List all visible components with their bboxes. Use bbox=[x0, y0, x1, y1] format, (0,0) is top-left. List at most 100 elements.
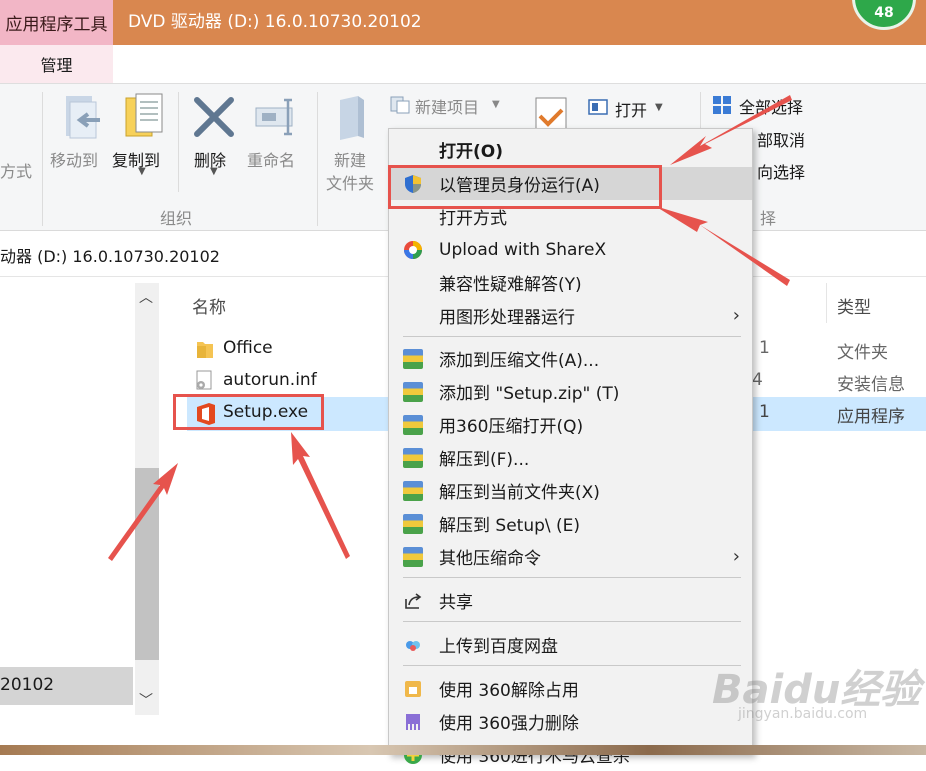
menu-separator bbox=[403, 665, 741, 666]
menu-item-label: 用360压缩打开(Q) bbox=[439, 417, 584, 437]
ribbon-partial-label: 方式 bbox=[0, 162, 33, 181]
menu-item-open[interactable]: 打开(O) bbox=[389, 133, 752, 166]
menu-item-open-with-360zip[interactable]: 用360压缩打开(Q) bbox=[389, 408, 752, 441]
window-title: DVD 驱动器 (D:) 16.0.10730.20102 bbox=[128, 12, 422, 32]
new-item-button[interactable]: 新建项目 bbox=[415, 94, 479, 118]
menu-item-add-to-archive[interactable]: 添加到压缩文件(A)... bbox=[389, 342, 752, 375]
select-all-button[interactable]: 全部选择 bbox=[739, 94, 803, 118]
column-divider bbox=[826, 283, 827, 323]
scroll-down-icon[interactable]: ﹀ bbox=[139, 690, 153, 710]
winrar-icon bbox=[403, 382, 423, 402]
delete-icon bbox=[193, 96, 235, 138]
menu-item-360-shred[interactable]: 使用 360强力删除 bbox=[389, 705, 752, 738]
share-icon bbox=[403, 591, 423, 611]
select-none-button[interactable]: 部取消 bbox=[757, 127, 805, 151]
menu-item-label: 打开(O) bbox=[439, 142, 503, 162]
menu-item-label: 上传到百度网盘 bbox=[439, 637, 558, 657]
copy-to-button[interactable]: 复制到 bbox=[112, 147, 160, 171]
ribbon-divider bbox=[317, 92, 318, 226]
menu-item-baidu-upload[interactable]: 上传到百度网盘 bbox=[389, 628, 752, 661]
baidu-netdisk-icon bbox=[403, 635, 423, 655]
dropdown-caret-icon: ▼ bbox=[492, 99, 500, 110]
tab-application-tools[interactable]: 应用程序工具 bbox=[0, 0, 113, 45]
invert-selection-button[interactable]: 向选择 bbox=[757, 159, 805, 183]
rename-button[interactable]: 重命名 bbox=[247, 147, 295, 171]
address-bar[interactable]: 动器 (D:) 16.0.10730.20102 bbox=[0, 240, 220, 274]
move-to-button[interactable]: 移动到 bbox=[50, 147, 98, 171]
settings-file-icon bbox=[194, 370, 214, 392]
menu-item-label: Upload with ShareX bbox=[439, 239, 607, 260]
menu-item-run-with-gpu[interactable]: 用图形处理器运行 › bbox=[389, 299, 752, 332]
menu-item-label: 使用 360解除占用 bbox=[439, 681, 579, 701]
menu-item-label: 共享 bbox=[439, 593, 473, 613]
menu-item-label: 解压到 Setup\ (E) bbox=[439, 516, 581, 536]
menu-item-label: 添加到压缩文件(A)... bbox=[439, 351, 600, 371]
menu-item-label: 解压到(F)... bbox=[439, 450, 530, 470]
unlock-icon bbox=[403, 679, 423, 699]
new-folder-icon bbox=[336, 96, 368, 140]
open-icon bbox=[588, 98, 608, 116]
menu-item-label: 其他压缩命令 bbox=[439, 549, 541, 569]
menu-item-other-compress[interactable]: 其他压缩命令 › bbox=[389, 540, 752, 573]
file-type: 文件夹 bbox=[837, 343, 888, 363]
annotation-arrow-to-setup-right bbox=[291, 432, 350, 559]
move-to-icon bbox=[60, 94, 104, 142]
menu-item-360-unlock[interactable]: 使用 360解除占用 bbox=[389, 672, 752, 705]
menu-item-compat-troubleshoot[interactable]: 兼容性疑难解答(Y) bbox=[389, 266, 752, 299]
context-menu-items: 打开(O) 以管理员身份运行(A) 打开方式 Upload with Share… bbox=[389, 129, 752, 767]
column-header-name[interactable]: 名称 bbox=[192, 293, 226, 318]
file-name[interactable]: Office bbox=[223, 338, 273, 358]
submenu-arrow-icon: › bbox=[732, 546, 740, 567]
winrar-icon bbox=[403, 415, 423, 435]
file-date-partial: 1 bbox=[759, 402, 770, 422]
menu-item-label: 兼容性疑难解答(Y) bbox=[439, 275, 582, 295]
tab-manage[interactable]: 管理 bbox=[0, 45, 113, 83]
menu-item-extract-to-setup[interactable]: 解压到 Setup\ (E) bbox=[389, 507, 752, 540]
menu-item-extract-to[interactable]: 解压到(F)... bbox=[389, 441, 752, 474]
nav-item-label: 20102 bbox=[0, 675, 55, 695]
ribbon-group-organize: 组织 bbox=[160, 209, 193, 228]
file-date-partial: 4 bbox=[752, 370, 763, 390]
nav-scrollbar-thumb[interactable] bbox=[135, 468, 159, 660]
dropdown-caret-icon: ▼ bbox=[655, 102, 663, 113]
new-folder-label-line1[interactable]: 新建 bbox=[334, 147, 366, 171]
file-name[interactable]: autorun.inf bbox=[223, 370, 317, 390]
menu-item-sharex[interactable]: Upload with ShareX bbox=[389, 233, 752, 266]
file-type: 应用程序 bbox=[837, 407, 905, 427]
dropdown-caret-icon: ▼ bbox=[210, 166, 218, 177]
winrar-icon bbox=[403, 547, 423, 567]
open-button[interactable]: 打开 bbox=[615, 97, 647, 121]
ribbon-tab-strip bbox=[0, 45, 926, 84]
menu-item-label: 解压到当前文件夹(X) bbox=[439, 483, 600, 503]
menu-item-label: 用图形处理器运行 bbox=[439, 308, 575, 328]
menu-item-add-to-zip[interactable]: 添加到 "Setup.zip" (T) bbox=[389, 375, 752, 408]
properties-icon bbox=[534, 96, 570, 131]
ribbon-divider bbox=[42, 92, 43, 226]
winrar-icon bbox=[403, 448, 423, 468]
new-folder-label-line2[interactable]: 文件夹 bbox=[326, 170, 374, 194]
ribbon-group-select: 择 bbox=[760, 209, 777, 228]
column-header-type[interactable]: 类型 bbox=[837, 293, 871, 318]
winrar-icon bbox=[403, 514, 423, 534]
menu-separator bbox=[403, 336, 741, 337]
menu-separator bbox=[403, 577, 741, 578]
file-date-partial: 1 bbox=[759, 338, 770, 358]
ribbon-divider bbox=[178, 92, 179, 192]
menu-item-label: 添加到 "Setup.zip" (T) bbox=[439, 384, 620, 404]
dropdown-caret-icon: ▼ bbox=[138, 166, 146, 177]
menu-item-share[interactable]: 共享 bbox=[389, 584, 752, 617]
highlight-box-run-as-admin bbox=[388, 165, 662, 209]
winrar-icon bbox=[403, 481, 423, 501]
menu-item-label: 使用 360强力删除 bbox=[439, 714, 579, 734]
watermark-url: jingyan.baidu.com bbox=[738, 706, 868, 722]
file-type: 安装信息 bbox=[837, 375, 905, 395]
highlight-box-setup bbox=[173, 394, 324, 430]
shred-icon bbox=[403, 712, 423, 732]
new-item-icon bbox=[390, 96, 410, 114]
copy-to-icon bbox=[122, 92, 166, 142]
menu-item-extract-here[interactable]: 解压到当前文件夹(X) bbox=[389, 474, 752, 507]
menu-separator bbox=[403, 621, 741, 622]
sharex-icon bbox=[403, 240, 423, 260]
winrar-icon bbox=[403, 349, 423, 369]
scroll-up-icon[interactable]: ︿ bbox=[139, 287, 153, 307]
